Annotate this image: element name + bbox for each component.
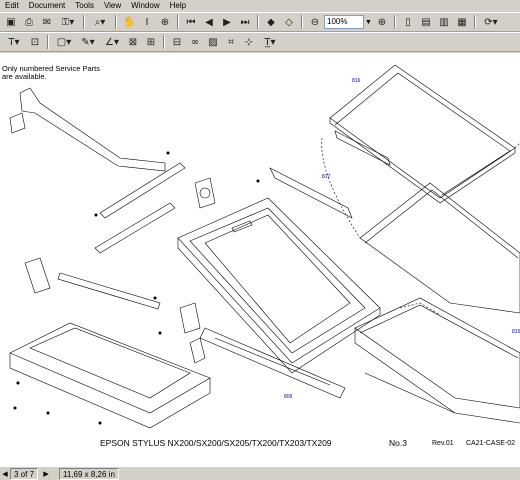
tools-toolbar: T▾ ⊡ ▢▾ ✎▾ ∠▾ ⊠ ⊞ ⊟ ∞ ▨ ⌗ ⊹ T̲▾: [0, 32, 520, 52]
attach-tool-icon[interactable]: ⊞: [143, 34, 159, 50]
screw-icon: [158, 331, 162, 335]
menu-tools[interactable]: Tools: [70, 0, 99, 12]
touchup-tool-icon[interactable]: ⊹: [241, 34, 257, 50]
document-cover-part: [329, 64, 516, 199]
print-icon[interactable]: ⎙: [21, 14, 37, 30]
typewriter-tool-icon[interactable]: T̲▾: [259, 34, 281, 50]
note-tool-icon[interactable]: ▢▾: [53, 34, 75, 50]
screw-icon: [94, 213, 98, 217]
status-bar: ◀ 3 of 7 ▶ 11,69 x 8,26 in: [0, 466, 520, 480]
part-label-809: 809: [284, 394, 293, 400]
hinge-bar-part: [334, 130, 391, 166]
select-text-icon[interactable]: I: [139, 14, 155, 30]
scan-bar-part: [57, 272, 161, 310]
screw-icon: [16, 381, 20, 385]
model-title: EPSON STYLUS NX200/SX200/SX205/TX200/TX2…: [100, 438, 332, 448]
carriage-part: [19, 87, 166, 172]
next-page-icon[interactable]: ▶: [219, 14, 235, 30]
menu-view[interactable]: View: [99, 0, 126, 12]
stamp-tool-icon[interactable]: ✎▾: [77, 34, 99, 50]
highlight-tool-icon[interactable]: ⊠: [125, 34, 141, 50]
zoom-level-input[interactable]: 100%: [324, 15, 364, 29]
menu-bar: Edit Document Tools View Window Help: [0, 0, 520, 12]
screw-icon: [166, 151, 170, 155]
first-page-icon[interactable]: ⏮: [183, 14, 199, 30]
scanner-frame-part: [177, 197, 381, 364]
drawing-code-label: CA21-CASE-02: [466, 440, 516, 447]
page-size-indicator: 11,69 x 8,26 in: [59, 467, 119, 480]
rotate-icon[interactable]: ⟳▾: [480, 14, 502, 30]
find-icon[interactable]: ⌕▾: [89, 14, 111, 30]
lower-cover-strip-part: [199, 327, 346, 399]
screw-icon: [98, 421, 102, 425]
screw-icon: [256, 179, 260, 183]
zoom-out-icon[interactable]: ⊖: [307, 14, 323, 30]
next-page-button[interactable]: ▶: [41, 470, 51, 478]
hand-tool-icon[interactable]: ✋: [121, 14, 137, 30]
rail-part-lower: [94, 202, 176, 254]
pencil-tool-icon[interactable]: ∠▾: [101, 34, 123, 50]
menu-help[interactable]: Help: [165, 0, 191, 12]
lower-housing-part: [9, 322, 211, 414]
menu-window[interactable]: Window: [126, 0, 164, 12]
security-icon[interactable]: ⚿▾: [57, 14, 79, 30]
text-tool-icon[interactable]: T▾: [3, 34, 25, 50]
previous-view-icon[interactable]: ◆: [263, 14, 279, 30]
link-tool-icon[interactable]: ⊟: [169, 34, 185, 50]
last-page-icon[interactable]: ⏭: [237, 14, 253, 30]
main-toolbar: ▣ ⎙ ✉ ⚿▾ ⌕▾ ✋ I ⊕ ⏮ ◀ ▶ ⏭ ◆ ◇ ⊖ 100% ▼ ⊕…: [0, 12, 520, 32]
scanner-glass-part: [359, 182, 520, 314]
hinge-arm-part: [269, 167, 353, 219]
save-icon[interactable]: ▣: [3, 14, 19, 30]
previous-page-icon[interactable]: ◀: [201, 14, 217, 30]
actual-size-icon[interactable]: ▯: [400, 14, 416, 30]
menu-edit[interactable]: Edit: [0, 0, 24, 12]
part-label-815: 815: [512, 329, 520, 335]
fit-page-icon[interactable]: ▤: [418, 14, 434, 30]
crop-tool-icon[interactable]: ⌗: [223, 34, 239, 50]
zoom-tool-icon[interactable]: ⊕: [157, 14, 173, 30]
exploded-parts-drawing: [9, 64, 520, 429]
reflow-icon[interactable]: ▦: [454, 14, 470, 30]
screw-icon: [46, 411, 50, 415]
screw-icon: [153, 296, 157, 300]
zoom-dropdown-icon[interactable]: ▼: [364, 15, 373, 29]
previous-page-button[interactable]: ◀: [0, 470, 10, 478]
part-label-817: 817: [322, 174, 331, 180]
chain-link-icon[interactable]: ∞: [187, 34, 203, 50]
part-label-816: 816: [352, 78, 361, 84]
revision-label: Rev.01: [432, 440, 454, 447]
screw-icon: [13, 406, 17, 410]
zoom-in-icon[interactable]: ⊕: [374, 14, 390, 30]
next-view-icon[interactable]: ◇: [281, 14, 297, 30]
menu-document[interactable]: Document: [24, 0, 70, 12]
image-tool-icon[interactable]: ▨: [205, 34, 221, 50]
page-number-label: No.3: [389, 438, 407, 448]
page-indicator[interactable]: 3 of 7: [10, 467, 39, 480]
snapshot-icon[interactable]: ⊡: [27, 34, 43, 50]
email-icon[interactable]: ✉: [39, 14, 55, 30]
fit-width-icon[interactable]: ▥: [436, 14, 452, 30]
document-page: Only numbered Service Parts are availabl…: [0, 53, 520, 466]
